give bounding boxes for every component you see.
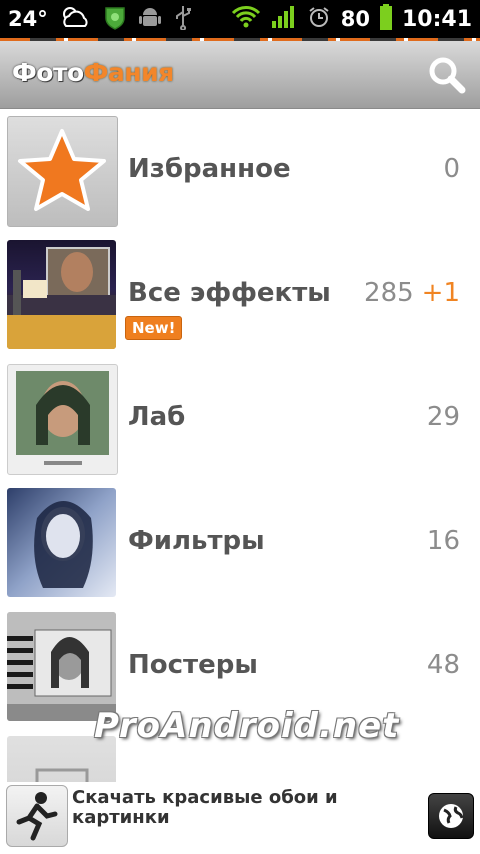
search-button[interactable] [426,55,468,95]
posters-thumbnail [7,612,116,721]
star-icon [18,129,106,211]
ad-text: Скачать красивые обои и картинки [72,787,338,828]
ad-banner[interactable]: Скачать красивые обои и картинки [0,782,480,854]
item-count: 48 [426,650,460,680]
item-count: 29 [426,402,460,432]
item-label: Избранное [128,154,291,184]
logo-text-part1: Фото [12,58,84,87]
watermark: ProAndroid.net [94,706,400,746]
all-effects-thumbnail [7,240,116,349]
search-icon [429,57,466,94]
item-count: 0 [443,154,460,184]
action-bar: ФотоФания [0,41,480,109]
item-label: Лаб [128,402,186,432]
item-label: Фильтры [128,526,265,556]
battery-icon [379,4,392,34]
item-label: Постеры [128,650,258,680]
temperature: 24° [8,7,48,31]
street-poster-image [7,612,116,721]
clock: 10:41 [401,6,472,32]
alarm-clock-icon [307,5,331,33]
item-count: 285 +1 [364,278,460,308]
ad-globe-button[interactable] [428,793,474,839]
portrait-photo-image [16,371,109,465]
lab-thumbnail [7,364,118,475]
item-count: 16 [426,526,460,556]
wifi-icon [231,5,261,33]
item-label: Все эффекты [128,278,331,308]
logo-text-part2: Фания [83,58,175,87]
filtered-portrait-image [34,501,93,588]
favorites-star-thumbnail [7,116,118,227]
list-item-lab[interactable]: Лаб 29 [0,357,480,482]
weather-cloud-icon [58,4,92,34]
list-item-filters[interactable]: Фильтры 16 [0,481,480,606]
list-item-favorites[interactable]: Избранное 0 [0,109,480,234]
usb-icon [172,4,194,34]
filters-thumbnail [7,488,116,597]
new-badge: New! [125,316,183,340]
status-bar: 24° 80 10:41 [0,0,480,38]
android-debug-icon [138,4,162,34]
new-count-delta: +1 [421,278,460,308]
globe-icon [439,804,464,828]
battery-percent: 80 [340,7,370,31]
ad-app-icon [6,785,68,847]
app-logo: ФотоФания [12,58,174,87]
signal-strength-icon [271,5,297,33]
running-man-icon [16,792,58,841]
security-shield-icon [102,4,128,34]
city-billboard-image [7,247,116,349]
list-item-all-effects[interactable]: Все эффекты 285 +1 [0,233,480,358]
